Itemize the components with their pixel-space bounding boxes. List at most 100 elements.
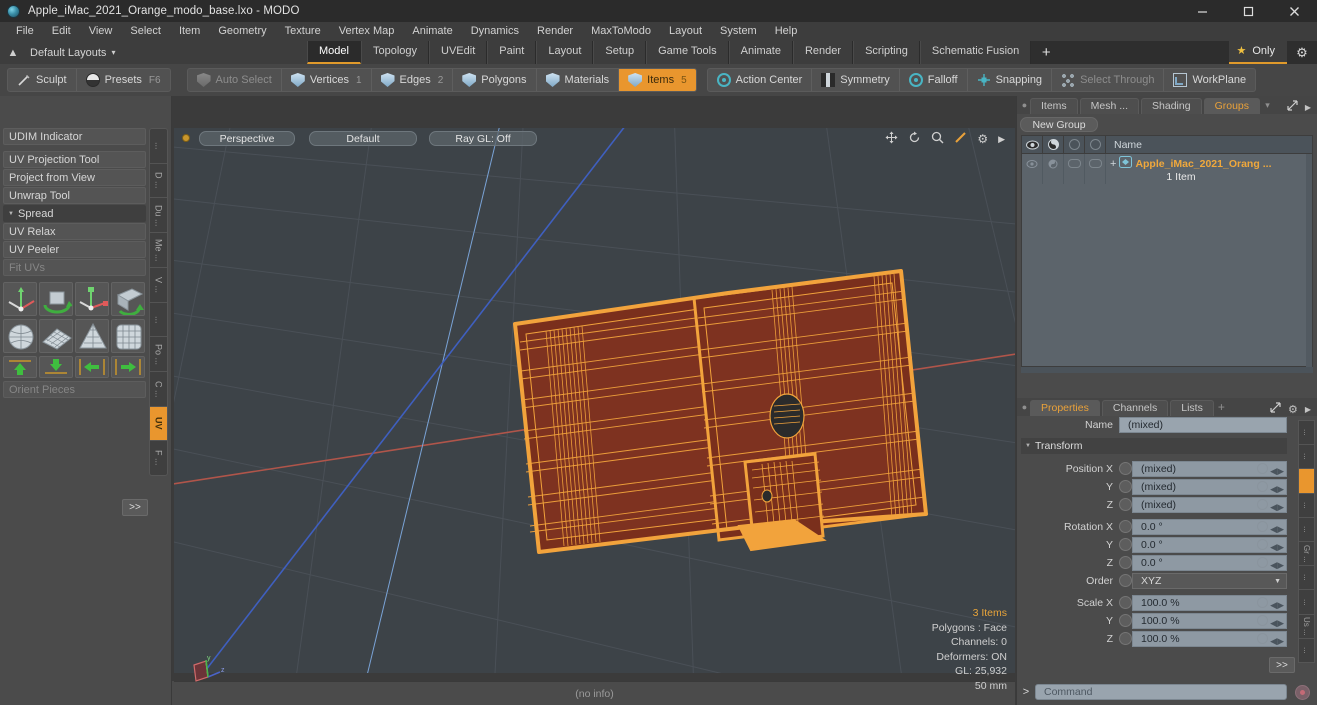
properties-more-button[interactable]: >> — [1269, 657, 1295, 673]
arrow-right-icon[interactable] — [111, 356, 145, 378]
materials-button[interactable]: Materials — [537, 69, 620, 91]
tab-setup[interactable]: Setup — [593, 41, 647, 64]
workplane-button[interactable]: WorkPlane — [1164, 69, 1255, 91]
row-lock-toggle[interactable] — [1064, 154, 1085, 184]
menu-edit[interactable]: Edit — [43, 22, 80, 41]
chevron-down-icon[interactable]: ▾ — [1262, 96, 1273, 114]
arrow-left-icon[interactable] — [75, 356, 109, 378]
pvtab-9[interactable]: ... — [1299, 639, 1314, 662]
uv-relax-button[interactable]: UV Relax — [3, 223, 146, 240]
chevron-right-icon[interactable]: ▶ — [1305, 405, 1311, 414]
pvtab-2[interactable] — [1299, 469, 1314, 494]
falloff-button[interactable]: Falloff — [900, 69, 968, 91]
pvtab-us[interactable]: Us ... — [1299, 615, 1314, 639]
menu-maxtomodo[interactable]: MaxToModo — [582, 22, 660, 41]
pvtab-0[interactable]: ... — [1299, 421, 1314, 446]
transform-section-header[interactable]: Transform — [1021, 438, 1287, 454]
udim-indicator-button[interactable]: UDIM Indicator — [3, 128, 146, 145]
viewport-3d-canvas[interactable]: z — [174, 128, 1015, 673]
presets-button[interactable]: Presets F6 — [77, 69, 170, 91]
unwrap-tool-button[interactable]: Unwrap Tool — [3, 187, 146, 204]
row-select-toggle[interactable] — [1085, 154, 1106, 184]
visibility-eye-icon[interactable] — [1022, 135, 1043, 154]
select-icon[interactable] — [1085, 135, 1106, 154]
rotation-z-radio[interactable] — [1119, 556, 1132, 569]
uv-planar-map-icon[interactable] — [39, 319, 73, 353]
default-layouts-label[interactable]: Default Layouts — [26, 47, 106, 59]
add-properties-tab-button[interactable]: + — [1216, 398, 1227, 416]
minimize-icon[interactable] — [1179, 0, 1225, 22]
menu-dynamics[interactable]: Dynamics — [462, 22, 528, 41]
render-eye-icon[interactable] — [1043, 135, 1064, 154]
gear-icon[interactable]: ⚙ — [1287, 41, 1317, 64]
order-radio[interactable] — [1119, 574, 1132, 587]
uv-rotate-icon[interactable] — [39, 282, 73, 316]
scale-y-field[interactable]: 100.0 % ◀▶ — [1132, 612, 1287, 629]
command-input[interactable]: Command — [1035, 684, 1287, 700]
menu-animate[interactable]: Animate — [403, 22, 461, 41]
vtab-me[interactable]: Me ... — [150, 233, 167, 268]
vtab-0[interactable]: ... — [150, 129, 167, 164]
viewport-raygl-toggle[interactable]: Ray GL: Off — [429, 130, 537, 146]
tab-paint[interactable]: Paint — [487, 41, 537, 64]
tab-animate[interactable]: Animate — [728, 41, 793, 64]
pan-icon[interactable] — [885, 131, 898, 147]
items-button[interactable]: Items 5 — [619, 69, 696, 91]
order-dropdown[interactable]: XYZ — [1132, 572, 1287, 589]
menu-render[interactable]: Render — [528, 22, 582, 41]
tab-items[interactable]: Items — [1030, 98, 1078, 114]
add-layout-button[interactable]: + — [1031, 42, 1061, 63]
name-field[interactable]: (mixed) — [1119, 416, 1287, 433]
position-x-field[interactable]: (mixed) ◀▶ — [1132, 460, 1287, 477]
spread-section[interactable]: Spread — [3, 205, 146, 222]
pvtab-4[interactable]: ... — [1299, 518, 1314, 543]
pvtab-gr[interactable]: Gr ... — [1299, 542, 1314, 567]
chevron-right-icon[interactable]: ▶ — [998, 134, 1005, 145]
chevron-down-icon[interactable]: ▾ — [111, 48, 115, 57]
tab-schematic-fusion[interactable]: Schematic Fusion — [919, 41, 1032, 64]
vtab-c[interactable]: C ... — [150, 372, 167, 407]
vtab-uv[interactable]: UV — [150, 406, 167, 442]
row-expander[interactable]: + — [1110, 158, 1116, 170]
uv-move-gizmo-icon[interactable] — [3, 282, 37, 316]
uv-peeler-button[interactable]: UV Peeler — [3, 241, 146, 258]
close-icon[interactable] — [1271, 0, 1317, 22]
polygons-button[interactable]: Polygons — [453, 69, 537, 91]
gear-icon[interactable]: ⚙ — [977, 132, 988, 146]
menu-view[interactable]: View — [80, 22, 122, 41]
pvtab-3[interactable]: ... — [1299, 494, 1314, 518]
uv-flip-icon[interactable] — [111, 282, 145, 316]
tab-game-tools[interactable]: Game Tools — [646, 41, 729, 64]
rotate-icon[interactable] — [908, 131, 921, 147]
uv-projection-tool-button[interactable]: UV Projection Tool — [3, 151, 146, 168]
rotation-z-field[interactable]: 0.0 ° ◀▶ — [1132, 554, 1287, 571]
orient-pieces-button[interactable]: Orient Pieces — [3, 381, 146, 398]
menu-select[interactable]: Select — [121, 22, 170, 41]
menu-texture[interactable]: Texture — [276, 22, 330, 41]
uv-cube-map-icon[interactable] — [111, 319, 145, 353]
vtab-v[interactable]: V ... — [150, 268, 167, 303]
rotation-y-radio[interactable] — [1119, 538, 1132, 551]
scale-z-field[interactable]: 100.0 % ◀▶ — [1132, 630, 1287, 647]
tab-uvedit[interactable]: UVEdit — [429, 41, 488, 64]
edges-button[interactable]: Edges 2 — [372, 69, 454, 91]
tab-mesh[interactable]: Mesh ... — [1079, 98, 1140, 114]
uv-cone-map-icon[interactable] — [75, 319, 109, 353]
tab-channels[interactable]: Channels — [1101, 400, 1169, 416]
zoom-icon[interactable] — [931, 131, 944, 147]
viewport-shading-selector[interactable]: Default — [309, 130, 417, 146]
fit-icon[interactable] — [954, 131, 967, 147]
rotation-x-field[interactable]: 0.0 ° ◀▶ — [1132, 518, 1287, 535]
vtab-po[interactable]: Po ... — [150, 337, 167, 372]
tab-render[interactable]: Render — [792, 41, 854, 64]
fit-uvs-button[interactable]: Fit UVs — [3, 259, 146, 276]
maximize-icon[interactable] — [1225, 0, 1271, 22]
expand-icon[interactable] — [1287, 100, 1298, 114]
viewport-camera-selector[interactable]: Perspective — [199, 130, 295, 146]
layout-selector[interactable]: ▲ Default Layouts ▾ — [0, 41, 307, 64]
scale-z-radio[interactable] — [1119, 632, 1132, 645]
group-list-scrollbar[interactable] — [1306, 154, 1312, 367]
scale-y-radio[interactable] — [1119, 614, 1132, 627]
tab-model[interactable]: Model — [307, 41, 361, 64]
action-center-button[interactable]: Action Center — [708, 69, 813, 91]
